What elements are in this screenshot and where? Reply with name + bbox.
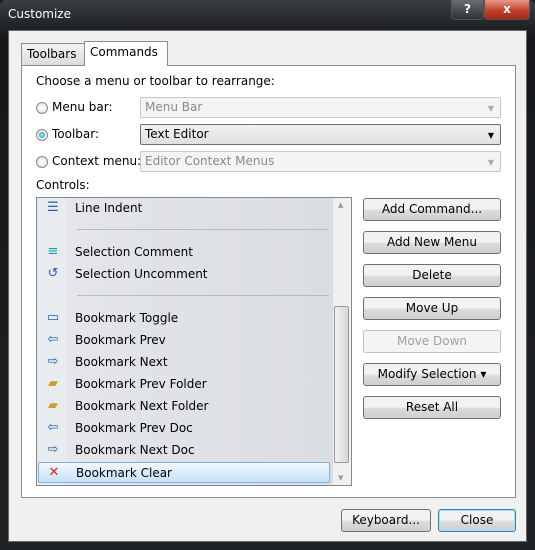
tab-toolbars[interactable]: Toolbars bbox=[21, 43, 85, 65]
dialog-client: Toolbars Commands Choose a menu or toolb… bbox=[8, 30, 527, 542]
customize-dialog: Customize ? x Toolbars Commands Choose a… bbox=[0, 0, 535, 550]
prompt-label: Choose a menu or toolbar to rearrange: bbox=[36, 74, 275, 88]
context-menu-radio[interactable] bbox=[36, 156, 48, 168]
add-new-menu-button[interactable]: Add New Menu bbox=[363, 231, 501, 254]
toolbar-combo[interactable]: Text Editor ▼ bbox=[140, 124, 501, 145]
scrollbar-thumb[interactable] bbox=[334, 306, 349, 463]
list-item[interactable]: ▰ Bookmark Prev Folder bbox=[38, 374, 330, 395]
context-menu-label: Context menu: bbox=[52, 154, 142, 168]
menu-bar-combo: Menu Bar ▼ bbox=[140, 97, 501, 118]
list-item[interactable]: ☰ Line Indent bbox=[38, 198, 330, 219]
list-item[interactable]: ⇦ Bookmark Prev Doc bbox=[38, 418, 330, 439]
move-up-button[interactable]: Move Up bbox=[363, 297, 501, 320]
add-command-button[interactable]: Add Command... bbox=[363, 198, 501, 221]
list-item[interactable]: ↺ Selection Uncomment bbox=[38, 264, 330, 285]
folder-prev-icon: ▰ bbox=[48, 376, 58, 391]
bookmark-clear-icon: ✕ bbox=[48, 465, 60, 480]
list-item[interactable]: ▰ Bookmark Next Folder bbox=[38, 396, 330, 417]
context-menu-value: Editor Context Menus bbox=[145, 154, 275, 168]
controls-label: Controls: bbox=[36, 178, 90, 192]
toolbar-value: Text Editor bbox=[145, 127, 209, 141]
window-title: Customize bbox=[8, 7, 71, 21]
commands-panel: Choose a menu or toolbar to rearrange: M… bbox=[21, 65, 516, 498]
close-window-button[interactable]: x bbox=[484, 0, 530, 20]
list-item[interactable]: ⇨ Bookmark Next bbox=[38, 352, 330, 373]
bookmark-icon: ▭ bbox=[46, 310, 60, 325]
bookmark-next-icon: ⇨ bbox=[47, 354, 59, 369]
scroll-up-icon[interactable]: ▲ bbox=[338, 201, 343, 209]
menu-bar-label: Menu bar: bbox=[52, 100, 113, 114]
doc-next-icon: ⇨ bbox=[47, 442, 59, 457]
separator bbox=[77, 295, 329, 296]
bookmark-prev-icon: ⇦ bbox=[47, 332, 59, 347]
menu-bar-value: Menu Bar bbox=[145, 100, 203, 114]
modify-selection-button[interactable]: Modify Selection ▾ bbox=[363, 363, 501, 386]
folder-next-icon: ▰ bbox=[48, 398, 58, 413]
list-item[interactable]: ≡ Selection Comment bbox=[38, 242, 330, 263]
chevron-down-icon: ▼ bbox=[487, 104, 494, 113]
help-button[interactable]: ? bbox=[451, 0, 484, 20]
list-scrollbar[interactable]: ▲ ▼ bbox=[333, 198, 351, 485]
controls-list[interactable]: ☰ Line Indent ≡ Selection Comment ↺ Selecti… bbox=[36, 197, 352, 486]
move-down-button: Move Down bbox=[363, 330, 501, 353]
close-button[interactable]: Close bbox=[438, 509, 516, 532]
menu-bar-radio[interactable] bbox=[36, 102, 48, 114]
chevron-down-icon: ▼ bbox=[487, 131, 494, 140]
list-item[interactable]: ⇨ Bookmark Next Doc bbox=[38, 440, 330, 461]
list-item[interactable]: ▭ Bookmark Toggle bbox=[38, 308, 330, 329]
indent-icon: ☰ bbox=[47, 200, 59, 215]
tab-commands[interactable]: Commands bbox=[84, 41, 168, 66]
uncomment-icon: ↺ bbox=[47, 266, 59, 281]
context-menu-combo: Editor Context Menus ▼ bbox=[140, 151, 501, 172]
toolbar-radio[interactable] bbox=[36, 129, 48, 141]
keyboard-button[interactable]: Keyboard... bbox=[341, 509, 431, 532]
doc-prev-icon: ⇦ bbox=[47, 420, 59, 435]
delete-button[interactable]: Delete bbox=[363, 264, 501, 287]
list-item-selected[interactable]: ✕ Bookmark Clear bbox=[38, 462, 330, 483]
comment-icon: ≡ bbox=[47, 244, 59, 259]
list-item[interactable]: ⇦ Bookmark Prev bbox=[38, 330, 330, 351]
toolbar-label: Toolbar: bbox=[52, 127, 100, 141]
separator bbox=[77, 229, 329, 230]
scroll-down-icon[interactable]: ▼ bbox=[338, 474, 343, 482]
reset-all-button[interactable]: Reset All bbox=[363, 396, 501, 419]
chevron-down-icon: ▼ bbox=[487, 158, 494, 167]
